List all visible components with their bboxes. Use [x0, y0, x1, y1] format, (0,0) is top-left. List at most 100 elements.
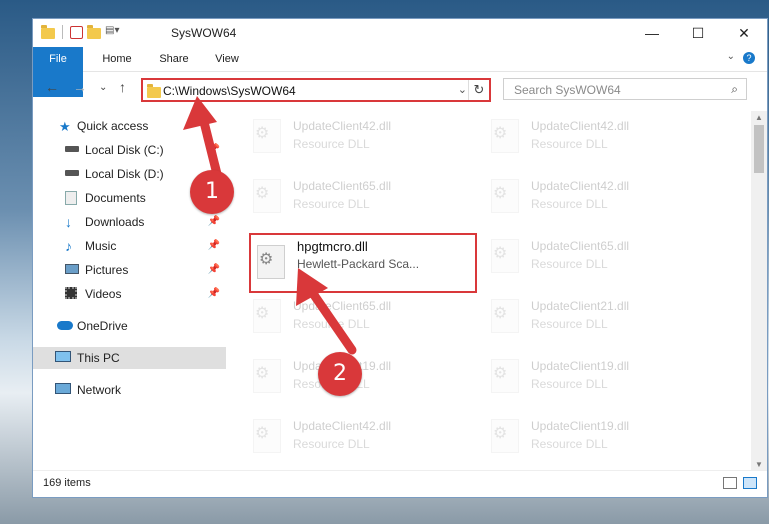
tab-share[interactable]: Share [151, 47, 197, 71]
videos-icon [65, 287, 77, 299]
refresh-button[interactable]: ↻ [468, 80, 489, 100]
file-item[interactable]: ⚙ UpdateClient42.dll Resource DLL [247, 413, 477, 463]
gear-icon: ⚙ [259, 251, 274, 268]
folder-icon [147, 84, 161, 98]
details-view-icon[interactable] [723, 477, 737, 489]
sidebar-item-label: OneDrive [77, 319, 128, 333]
pin-icon[interactable]: 📌 [208, 259, 220, 281]
recent-locations-button[interactable]: ⌄ [99, 82, 107, 93]
gear-icon: ⚙ [493, 245, 508, 262]
gear-icon: ⚙ [255, 305, 270, 322]
file-item[interactable]: ⚙ UpdateClient65.dll Resource DLL [247, 173, 477, 223]
properties-icon[interactable] [70, 25, 83, 39]
up-button[interactable]: ↑ [119, 79, 126, 95]
pin-icon[interactable]: 📌 [208, 235, 220, 257]
large-icons-view-icon[interactable] [743, 477, 757, 489]
pictures-icon [65, 264, 79, 274]
file-item[interactable]: ⚙ UpdateClient21.dll Resource DLL [485, 293, 715, 343]
tab-home[interactable]: Home [95, 47, 139, 71]
file-description: Resource DLL [531, 437, 608, 451]
gear-icon: ⚙ [493, 365, 508, 382]
sidebar-item-onedrive[interactable]: OneDrive [33, 315, 226, 337]
search-input[interactable]: Search SysWOW64 ⌕ [503, 78, 747, 100]
view-switcher [723, 477, 757, 489]
address-dropdown-icon[interactable]: ⌄ [458, 83, 467, 96]
new-folder-icon[interactable] [87, 24, 101, 39]
file-description: Resource DLL [293, 437, 370, 451]
sidebar-item-label: Quick access [77, 119, 149, 133]
maximize-button[interactable]: ☐ [675, 19, 721, 47]
sidebar-item-label: Local Disk (D:) [85, 167, 164, 181]
file-description: Resource DLL [531, 257, 608, 271]
window-title: SysWOW64 [171, 26, 237, 40]
gear-icon: ⚙ [493, 125, 508, 142]
music-icon: ♪ [65, 238, 72, 254]
gear-icon: ⚙ [493, 425, 508, 442]
network-icon [55, 383, 71, 394]
divider [62, 25, 63, 39]
file-description: Resource DLL [531, 137, 608, 151]
sidebar-item-label: Local Disk (C:) [85, 143, 164, 157]
drive-icon [65, 146, 79, 152]
minimize-button[interactable]: — [629, 19, 675, 47]
sidebar-item-this-pc[interactable]: This PC [33, 347, 226, 369]
file-description: Resource DLL [531, 377, 608, 391]
cloud-icon [57, 321, 73, 330]
gear-icon: ⚙ [255, 125, 270, 142]
sidebar-item-pictures[interactable]: Pictures 📌 [33, 259, 226, 281]
file-item[interactable]: ⚙ UpdateClient65.dll Resource DLL [485, 233, 715, 283]
sidebar-item-music[interactable]: ♪ Music 📌 [33, 235, 226, 257]
file-name: UpdateClient19.dll [531, 419, 630, 433]
gear-icon: ⚙ [255, 425, 270, 442]
download-icon: ↓ [65, 214, 72, 230]
scroll-down-icon[interactable]: ▼ [755, 460, 763, 469]
forward-button[interactable]: → [73, 79, 87, 95]
drive-icon [65, 170, 79, 176]
file-name: hpgtmcro.dll [297, 239, 368, 254]
file-name: UpdateClient42.dll [531, 119, 630, 133]
sidebar-item-label: This PC [77, 351, 120, 365]
file-item[interactable]: ⚙ UpdateClient42.dll Resource DLL [247, 113, 477, 163]
search-placeholder[interactable]: Search SysWOW64 [514, 83, 621, 97]
star-icon: ★ [59, 119, 71, 134]
file-name: UpdateClient42.dll [293, 119, 392, 133]
computer-icon [55, 351, 71, 362]
close-button[interactable]: ✕ [721, 19, 767, 47]
item-count: 169 items [43, 477, 91, 489]
search-icon[interactable]: ⌕ [731, 82, 738, 97]
file-description: Resource DLL [293, 137, 370, 151]
sidebar-item-label: Network [77, 383, 122, 397]
scroll-up-icon[interactable]: ▲ [755, 113, 763, 122]
navigation-bar: ← → ⌄ ↑ C:\Windows\SysWOW64 ⌄ ↻ Search S… [33, 71, 767, 107]
file-item[interactable]: ⚙ UpdateClient19.dll Resource DLL [485, 413, 715, 463]
file-description: Resource DLL [531, 197, 608, 211]
file-name: UpdateClient65.dll [293, 179, 392, 193]
step-1-badge: 1 [190, 170, 234, 214]
file-item[interactable]: ⚙ UpdateClient42.dll Resource DLL [485, 173, 715, 223]
expand-ribbon-icon[interactable]: ⌄ [727, 51, 735, 62]
file-description: Resource DLL [293, 197, 370, 211]
file-item[interactable]: ⚙ UpdateClient19.dll Resource DLL [485, 353, 715, 403]
quick-access-toolbar: ▤▾ [41, 24, 119, 39]
pin-icon[interactable]: 📌 [208, 283, 220, 305]
customize-icon[interactable]: ▤▾ [105, 25, 119, 39]
help-icon[interactable]: ? [743, 52, 755, 64]
gear-icon: ⚙ [255, 365, 270, 382]
back-button[interactable]: ← [45, 79, 59, 95]
explorer-window: ▤▾ SysWOW64 — ☐ ✕ File Home Share View ⌄… [32, 18, 768, 498]
vertical-scrollbar[interactable]: ▲ ▼ [751, 111, 767, 471]
file-item[interactable]: ⚙ UpdateClient42.dll Resource DLL [485, 113, 715, 163]
sidebar-item-label: Pictures [85, 263, 129, 277]
file-name: UpdateClient42.dll [293, 419, 392, 433]
sidebar-item-label: Music [85, 239, 117, 253]
scrollbar-thumb[interactable] [754, 125, 764, 173]
folder-icon [41, 24, 55, 39]
file-description: Resource DLL [531, 317, 608, 331]
sidebar-item-network[interactable]: Network [33, 379, 226, 401]
sidebar-item-label: Videos [85, 287, 122, 301]
sidebar-item-videos[interactable]: Videos 📌 [33, 283, 226, 305]
tab-view[interactable]: View [207, 47, 247, 71]
file-name: UpdateClient65.dll [531, 239, 630, 253]
file-name: UpdateClient42.dll [531, 179, 630, 193]
gear-icon: ⚙ [493, 185, 508, 202]
